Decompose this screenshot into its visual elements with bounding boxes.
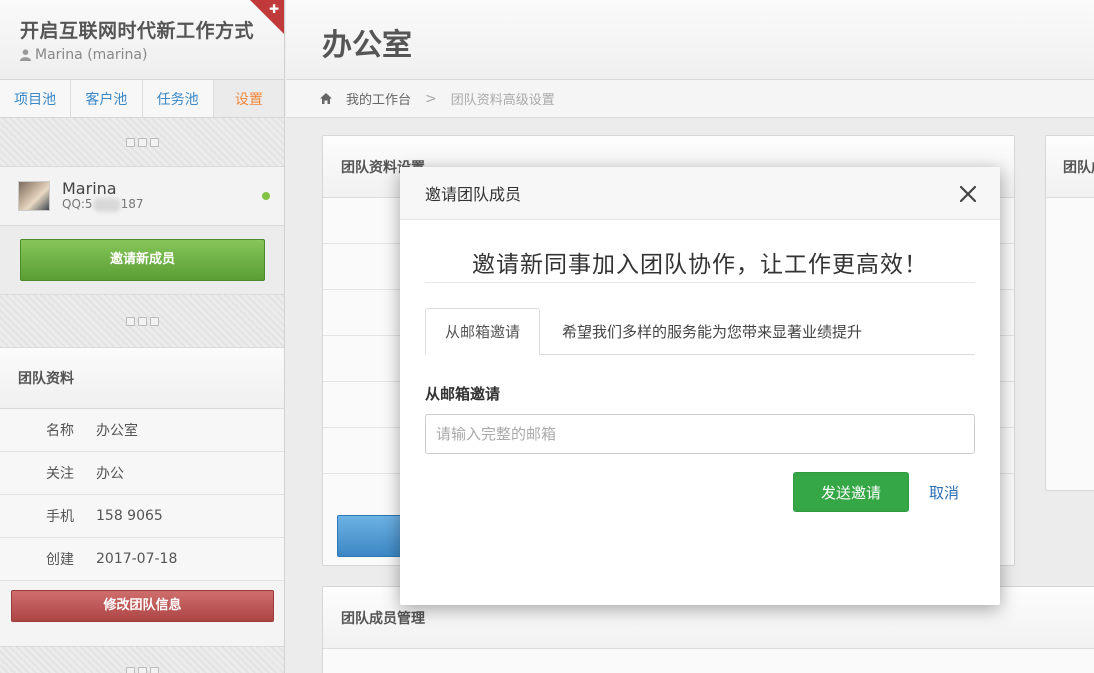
modal-actions: 发送邀请 取消: [425, 472, 975, 512]
modal-headline: 邀请新同事加入团队协作，让工作更高效！: [425, 220, 975, 283]
close-icon[interactable]: [958, 184, 978, 204]
modal-header: 邀请团队成员: [400, 167, 1000, 220]
modal-body: 邀请新同事加入团队协作，让工作更高效！ 从邮箱邀请 希望我们多样的服务能为您带来…: [400, 220, 1000, 512]
cancel-button[interactable]: 取消: [929, 482, 959, 503]
tab-email-invite[interactable]: 从邮箱邀请: [425, 308, 541, 355]
email-input[interactable]: [425, 414, 975, 454]
invite-modal: 邀请团队成员 邀请新同事加入团队协作，让工作更高效！ 从邮箱邀请 希望我们多样的…: [400, 167, 1000, 605]
tab-promo-text[interactable]: 希望我们多样的服务能为您带来显著业绩提升: [540, 308, 881, 355]
modal-tabs: 从邮箱邀请 希望我们多样的服务能为您带来显著业绩提升: [425, 308, 975, 355]
send-invite-button[interactable]: 发送邀请: [792, 472, 909, 512]
email-field-label: 从邮箱邀请: [425, 385, 501, 403]
modal-title: 邀请团队成员: [425, 185, 522, 204]
